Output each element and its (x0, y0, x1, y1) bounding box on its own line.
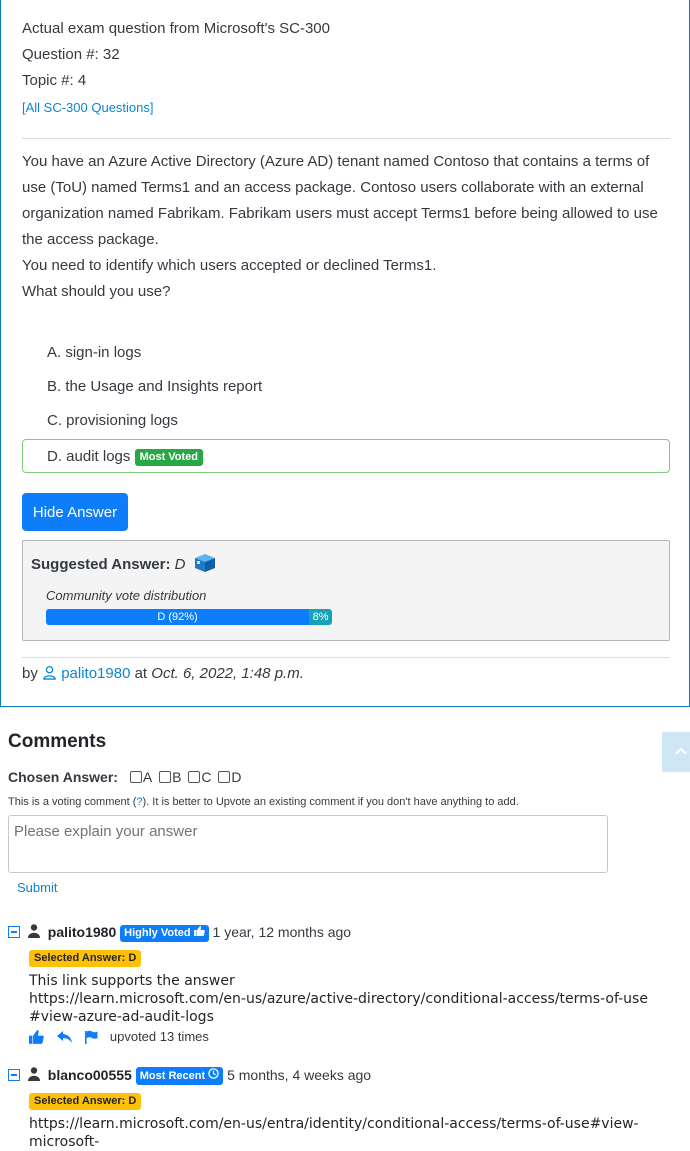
question-text: You have an Azure Active Directory (Azur… (22, 149, 672, 305)
user-icon (27, 1067, 40, 1084)
exam-title: Actual exam question from Microsoft's SC… (22, 20, 330, 37)
chosen-answer-label: Chosen Answer: (8, 769, 118, 785)
comment-time: 5 months, 4 weeks ago (227, 1067, 372, 1083)
byline-user-link[interactable]: palito1980 (61, 665, 130, 682)
vote-bar-primary: D (92%) (46, 609, 310, 625)
divider (22, 657, 670, 658)
checkbox-label: B (172, 769, 182, 785)
textarea-placeholder: Please explain your answer (14, 823, 198, 840)
suggested-answer-box: Suggested Answer: D Community vote distr… (22, 540, 670, 641)
clock-icon (208, 1068, 219, 1082)
comment-text: https://learn.microsoft.com/en-us/entra/… (29, 1115, 649, 1151)
comment-textarea[interactable]: Please explain your answer (8, 815, 608, 873)
comment: palito1980 Highly Voted 1 year, 12 month… (8, 924, 688, 1054)
submit-link[interactable]: Submit (17, 880, 57, 895)
comment-line: https://learn.microsoft.com/en-us/entra/… (29, 1116, 639, 1150)
question-card: Actual exam question from Microsoft's SC… (0, 0, 690, 707)
thumbs-up-icon (193, 926, 205, 939)
user-outline-icon (42, 665, 57, 684)
upvote-icon[interactable] (29, 1029, 52, 1044)
topic-number: Topic #: 4 (22, 72, 87, 89)
comment-line: https://learn.microsoft.com/en-us/azure/… (29, 991, 648, 1025)
most-recent-badge: Most Recent (135, 1067, 224, 1085)
question-paragraph: You have an Azure Active Directory (Azur… (22, 153, 658, 248)
collapse-icon[interactable] (8, 926, 20, 938)
cube-icon (194, 553, 216, 577)
highly-voted-badge: Highly Voted (120, 925, 209, 942)
comment-text: This link supports the answer https://le… (29, 972, 649, 1026)
comment-username[interactable]: blanco00555 (48, 1067, 132, 1083)
byline-at: at (134, 665, 148, 682)
chosen-answer-row: Chosen Answer: A B C D (8, 769, 244, 785)
comment-actions: upvoted 13 times (29, 1029, 209, 1044)
badge-label: Highly Voted (124, 927, 191, 939)
question-paragraph: What should you use? (22, 283, 171, 300)
checkbox-label: C (201, 769, 212, 785)
choice-c[interactable]: C. provisioning logs (22, 404, 670, 438)
choice-d[interactable]: D. audit logs Most Voted (22, 439, 670, 473)
vote-distribution-bar: D (92%) 8% (46, 609, 332, 625)
suggested-answer-label: Suggested Answer: (31, 556, 171, 573)
comment-line: This link supports the answer (29, 973, 235, 989)
choice-a[interactable]: A. sign-in logs (22, 336, 670, 370)
comment-time: 1 year, 12 months ago (212, 924, 352, 940)
voting-note: This is a voting comment (?). It is bett… (8, 796, 519, 808)
suggested-answer: Suggested Answer: D (31, 553, 216, 577)
checkbox-d[interactable] (218, 771, 231, 783)
voting-note-text: This is a voting comment ( (8, 796, 137, 808)
selected-answer-badge: Selected Answer: D (29, 1093, 142, 1110)
checkbox-label: A (142, 769, 153, 785)
checkbox-b[interactable] (159, 771, 172, 783)
scroll-to-top-button[interactable] (662, 732, 690, 772)
badge-label: Most Recent (139, 1070, 206, 1082)
comments-heading: Comments (8, 731, 107, 752)
byline-date: Oct. 6, 2022, 1:48 p.m. (151, 665, 304, 682)
most-voted-badge: Most Voted (134, 449, 204, 466)
chevron-up-icon (674, 744, 688, 763)
question-number: Question #: 32 (22, 46, 120, 63)
collapse-icon[interactable] (8, 1069, 20, 1081)
flag-icon[interactable] (84, 1029, 106, 1044)
comment-header: blanco00555 Most Recent 5 months, 4 week… (8, 1067, 371, 1085)
comment-username[interactable]: palito1980 (48, 924, 116, 940)
checkbox-a[interactable] (129, 771, 142, 783)
selected-answer-badge: Selected Answer: D (29, 950, 142, 967)
user-icon (27, 924, 40, 941)
divider (22, 138, 670, 139)
byline-by: by (22, 665, 38, 682)
choice-b[interactable]: B. the Usage and Insights report (22, 370, 670, 404)
upvote-count: upvoted 13 times (109, 1029, 209, 1044)
hide-answer-button[interactable]: Hide Answer (22, 493, 128, 531)
all-questions-link[interactable]: [All SC-300 Questions] (22, 100, 154, 115)
vote-distribution-label: Community vote distribution (46, 588, 207, 603)
checkbox-c[interactable] (188, 771, 201, 783)
choice-label: B. the Usage and Insights report (47, 378, 263, 395)
comment-header: palito1980 Highly Voted 1 year, 12 month… (8, 924, 351, 942)
vote-bar-secondary: 8% (309, 609, 332, 625)
suggested-answer-value: D (174, 556, 186, 573)
choice-label: A. sign-in logs (47, 344, 142, 361)
reply-icon[interactable] (56, 1029, 81, 1044)
choice-label: C. provisioning logs (47, 412, 178, 429)
voting-note-text: ). It is better to Upvote an existing co… (142, 796, 519, 808)
checkbox-label: D (231, 769, 242, 785)
byline: by palito1980 at Oct. 6, 2022, 1:48 p.m. (22, 665, 304, 684)
question-paragraph: You need to identify which users accepte… (22, 257, 437, 274)
choice-label: D. audit logs (47, 448, 131, 465)
comment: blanco00555 Most Recent 5 months, 4 week… (8, 1067, 688, 1150)
